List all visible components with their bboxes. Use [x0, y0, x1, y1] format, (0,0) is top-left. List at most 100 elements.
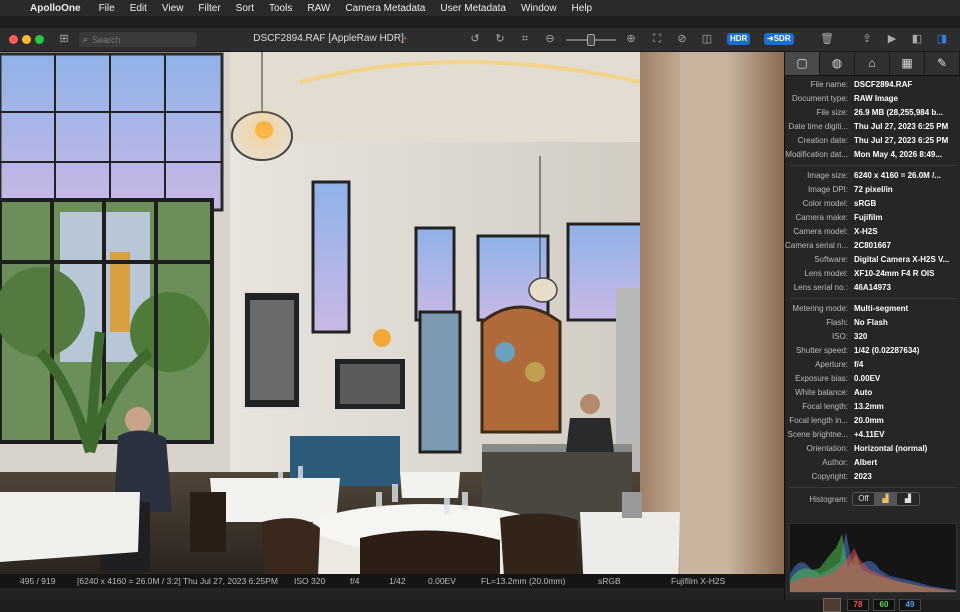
meta-row: Date time digiti... Thu Jul 27, 2023 6:25…: [785, 120, 960, 134]
histogram-off-button[interactable]: Off: [853, 493, 875, 505]
meta-row: Image DPI: 72 pixel/in: [785, 183, 960, 197]
sidebar-right-icon[interactable]: ◨: [936, 32, 948, 47]
meta-key: Copyright:: [811, 472, 848, 481]
status-camera: Fujifilm X-H2S: [671, 576, 726, 586]
meta-key: Image size:: [807, 171, 848, 180]
pixel-green-value: 60: [873, 599, 895, 611]
hdr-button[interactable]: HDR: [727, 33, 751, 45]
meta-key: Camera model:: [793, 227, 848, 236]
rotate-right-icon[interactable]: ↻: [494, 32, 506, 47]
meta-key: Color model:: [802, 199, 848, 208]
menu-user-metadata[interactable]: User Metadata: [440, 3, 506, 14]
meta-key: Orientation:: [806, 444, 848, 453]
meta-row: Image size: 6240 x 4160 = 26.0M /...: [785, 169, 960, 183]
meta-value: No Flash: [854, 318, 888, 327]
menu-file[interactable]: File: [99, 3, 115, 14]
histogram-label: Histogram:: [809, 494, 848, 504]
meta-key: ISO:: [831, 332, 848, 341]
slideshow-icon[interactable]: ▶: [886, 32, 898, 47]
fit-screen-icon[interactable]: ⛶: [651, 32, 663, 47]
meta-row: ISO: 320: [785, 330, 960, 344]
actual-size-icon[interactable]: ⊘: [676, 32, 688, 47]
meta-row: Orientation: Horizontal (normal): [785, 442, 960, 456]
close-button[interactable]: [9, 35, 18, 44]
meta-value: f/4: [854, 360, 864, 369]
zoom-out-icon[interactable]: ⊖: [544, 32, 556, 47]
meta-row: Author: Albert: [785, 456, 960, 470]
zoom-slider-knob[interactable]: [587, 34, 595, 46]
meta-value: RAW Image: [854, 94, 899, 103]
menu-tools[interactable]: Tools: [269, 3, 292, 14]
meta-row: Document type: RAW Image: [785, 92, 960, 106]
meta-value: Digital Camera X-H2S V...: [854, 255, 950, 264]
crop-icon[interactable]: ⌗: [519, 32, 531, 47]
tab-file-info-icon[interactable]: ▢: [785, 52, 820, 75]
status-bar: 495 / 919 [6240 x 4160 = 26.0M / 3:2] Th…: [0, 574, 784, 588]
meta-row: Metering mode: Multi-segment: [785, 302, 960, 316]
meta-value: Mon May 4, 2026 8:49...: [854, 150, 943, 159]
menu-edit[interactable]: Edit: [130, 3, 147, 14]
meta-value: Albert: [854, 458, 878, 467]
meta-key: White balance:: [795, 388, 848, 397]
meta-value: Horizontal (normal): [854, 444, 928, 453]
histogram-luma-icon: ▟: [904, 494, 912, 503]
search-input[interactable]: [92, 34, 183, 45]
tab-lens-icon[interactable]: ⌂: [855, 52, 890, 75]
meta-value: 72 pixel/in: [854, 185, 893, 194]
menu-camera-metadata[interactable]: Camera Metadata: [345, 3, 425, 14]
sidebar-left-icon[interactable]: ◧: [911, 32, 923, 47]
photo-image: [0, 52, 784, 576]
meta-value: DSCF2894.RAF: [854, 80, 913, 89]
tab-notes-icon[interactable]: ✎: [925, 52, 960, 75]
meta-key: Date time digiti...: [788, 122, 848, 131]
meta-row: Creation date: Thu Jul 27, 2023 6:25 PM: [785, 134, 960, 148]
menu-filter[interactable]: Filter: [198, 3, 220, 14]
menu-app-name[interactable]: ApolloOne: [30, 3, 81, 14]
meta-value: Fujifilm: [854, 213, 883, 222]
rotate-left-icon[interactable]: ↺: [469, 32, 481, 47]
minimize-button[interactable]: [22, 35, 31, 44]
meta-row: Scene brightne... +4.11EV: [785, 428, 960, 442]
zoom-window-button[interactable]: [35, 35, 44, 44]
meta-value: Auto: [854, 388, 873, 397]
meta-key: Document type:: [791, 94, 848, 103]
meta-value: 46A14973: [854, 283, 891, 292]
photo-viewer[interactable]: [0, 52, 784, 576]
zoom-in-icon[interactable]: ⊕: [625, 32, 637, 47]
trash-icon[interactable]: 🗑: [820, 32, 834, 47]
meta-key: Flash:: [826, 318, 848, 327]
sdr-button[interactable]: ➜SDR: [764, 33, 794, 45]
meta-key: Focal length in...: [789, 416, 848, 425]
histogram-svg: [790, 532, 956, 592]
meta-row: White balance: Auto: [785, 386, 960, 400]
meta-key: File size:: [816, 108, 848, 117]
split-view-icon[interactable]: ◫: [701, 32, 713, 47]
title-bar: ⊞ ⌕ DSCF2894.RAF [AppleRaw HDR]• ↺ ↻ ⌗ ⊖…: [0, 28, 960, 52]
menu-view[interactable]: View: [162, 3, 184, 14]
grid-view-icon[interactable]: ⊞: [57, 32, 71, 46]
divider: [789, 487, 956, 488]
tab-map-icon[interactable]: ▦: [890, 52, 925, 75]
meta-row: File name: DSCF2894.RAF: [785, 78, 960, 92]
menu-help[interactable]: Help: [572, 3, 593, 14]
tab-exif-icon[interactable]: ◍: [820, 52, 855, 75]
menu-raw[interactable]: RAW: [307, 3, 330, 14]
meta-value: 2C801667: [854, 241, 891, 250]
share-icon[interactable]: ⇪: [861, 32, 873, 47]
modified-indicator: •: [403, 34, 407, 43]
menu-window[interactable]: Window: [521, 3, 557, 14]
status-color-model: sRGB: [598, 576, 621, 586]
histogram-rgb-button[interactable]: ▟: [875, 493, 897, 505]
window-title: DSCF2894.RAF [AppleRaw HDR]•: [230, 33, 430, 44]
meta-row: Flash: No Flash: [785, 316, 960, 330]
meta-row: Shutter speed: 1/42 (0.02287634): [785, 344, 960, 358]
histogram-luma-button[interactable]: ▟: [897, 493, 919, 505]
status-exposure: 0.00EV: [428, 576, 456, 586]
meta-row: File size: 26.9 MB (28,255,984 b...: [785, 106, 960, 120]
menu-sort[interactable]: Sort: [236, 3, 254, 14]
inspector-tabs: ▢ ◍ ⌂ ▦ ✎: [785, 52, 960, 76]
search-field[interactable]: ⌕: [79, 32, 197, 47]
meta-key: Software:: [814, 255, 848, 264]
meta-key: Image DPI:: [807, 185, 848, 194]
inspector-panel: ▢ ◍ ⌂ ▦ ✎ File name: DSCF2894.RAF Documen…: [784, 52, 960, 612]
